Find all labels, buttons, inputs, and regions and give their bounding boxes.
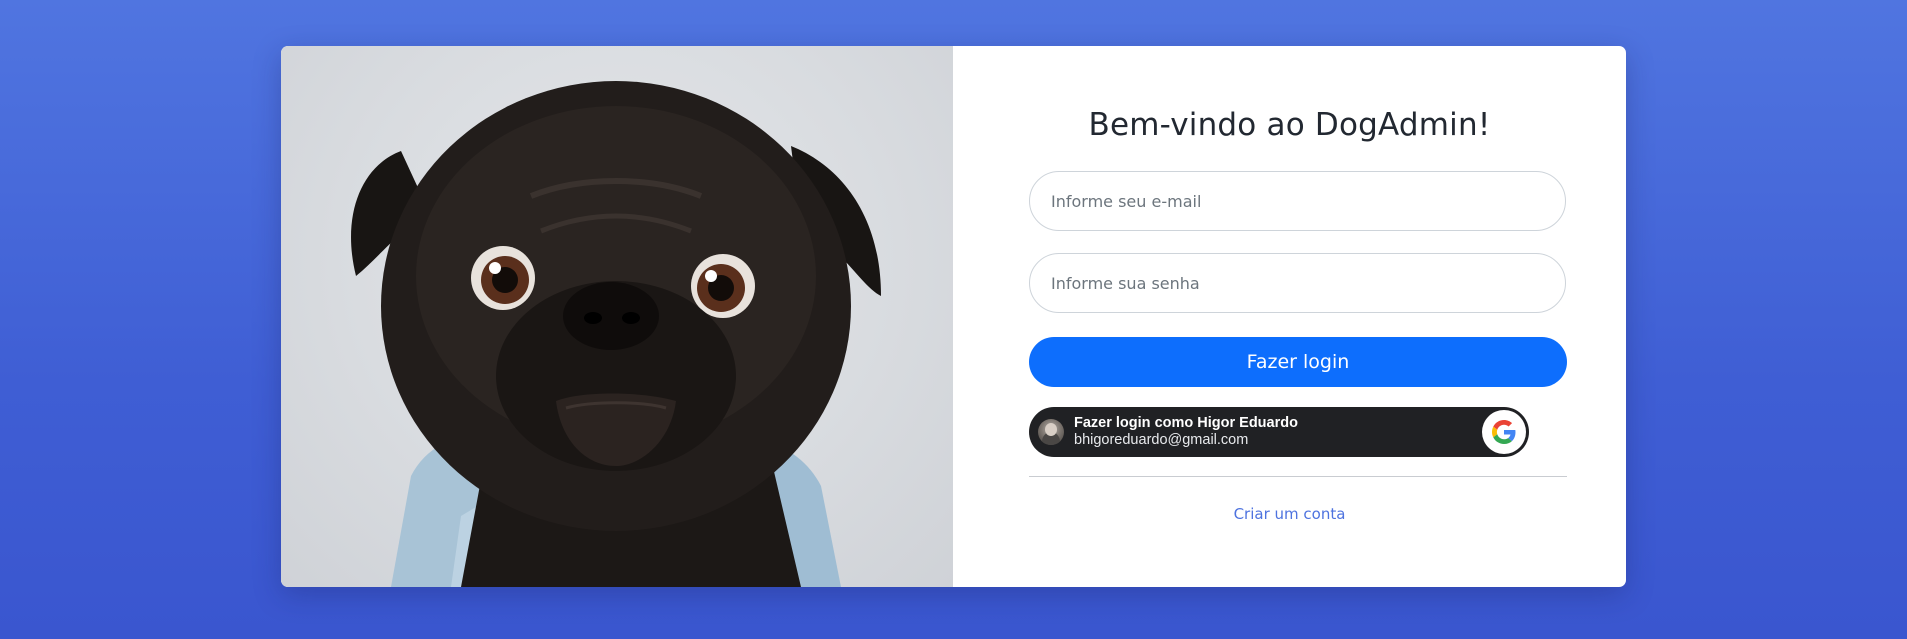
pug-illustration — [351, 81, 881, 587]
google-account-email: bhigoreduardo@gmail.com — [1074, 432, 1249, 448]
create-account-link[interactable]: Criar um conta — [953, 505, 1626, 523]
login-button[interactable]: Fazer login — [1029, 337, 1567, 387]
email-field[interactable] — [1029, 171, 1566, 231]
divider — [1029, 476, 1567, 477]
google-signin-button[interactable]: Fazer login como Higor Eduardo bhigoredu… — [1029, 407, 1529, 457]
google-account-label: Fazer login como Higor Eduardo — [1074, 415, 1298, 431]
google-account-info: Fazer login como Higor Eduardo bhigoredu… — [1074, 415, 1298, 449]
password-field[interactable] — [1029, 253, 1566, 313]
login-form: Bem-vindo ao DogAdmin! Fazer login Fazer… — [953, 46, 1626, 587]
avatar — [1038, 419, 1064, 445]
login-card: Bem-vindo ao DogAdmin! Fazer login Fazer… — [281, 46, 1626, 587]
page-title: Bem-vindo ao DogAdmin! — [1088, 107, 1491, 143]
pug-photo — [281, 46, 953, 587]
google-icon — [1482, 410, 1526, 454]
